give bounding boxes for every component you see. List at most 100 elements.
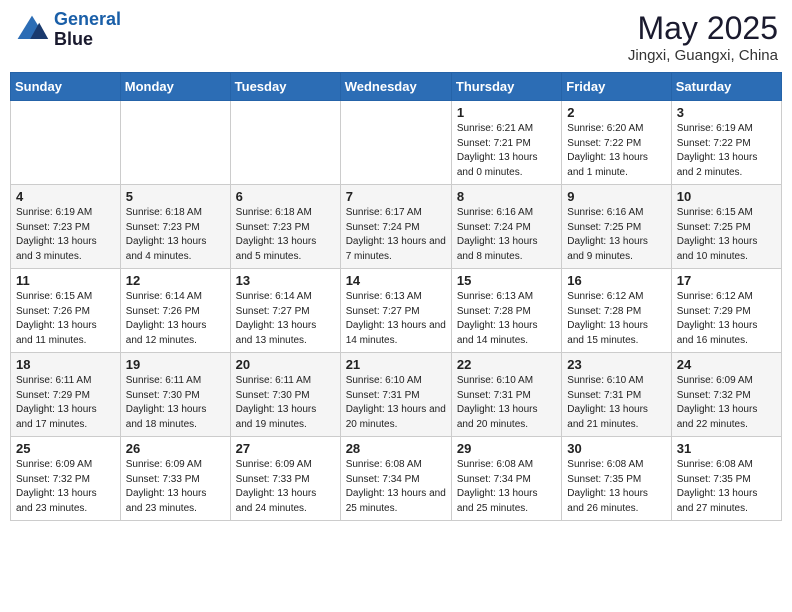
calendar-cell: 24Sunrise: 6:09 AM Sunset: 7:32 PM Dayli… <box>671 353 781 437</box>
day-info: Sunrise: 6:08 AM Sunset: 7:35 PM Dayligh… <box>677 458 776 516</box>
calendar-cell: 22 Sunrise: 6:10 AM Sunset: 7:31 PM Dayli… <box>451 353 561 437</box>
calendar-cell: 23 Sunrise: 6:10 AM Sunset: 7:31 PM Dayli… <box>562 353 671 437</box>
day-header-sunday: Sunday <box>11 73 121 101</box>
day-number: 20 <box>236 357 335 372</box>
day-info: Sunrise: 6:10 AM Sunset: 7:31 PM Dayligh… <box>346 374 446 432</box>
logo-line1: General <box>54 9 121 29</box>
day-info: Sunrise: 6:11 AM Sunset: 7:30 PM Dayligh… <box>236 374 335 432</box>
calendar-cell: 26 Sunrise: 6:09 AM Sunset: 7:33 PM Dayli… <box>120 437 230 521</box>
day-info: Sunrise: 6:12 AM Sunset: 7:29 PM Dayligh… <box>677 290 776 348</box>
calendar-cell: 7 Sunrise: 6:17 AM Sunset: 7:24 PM Daylig… <box>340 185 451 269</box>
day-info: Sunrise: 6:20 AM Sunset: 7:22 PM Dayligh… <box>567 122 665 180</box>
calendar-cell: 11Sunrise: 6:15 AM Sunset: 7:26 PM Dayli… <box>11 269 121 353</box>
day-number: 14 <box>346 273 446 288</box>
day-info: Sunrise: 6:19 AM Sunset: 7:22 PM Dayligh… <box>677 122 776 180</box>
day-number: 28 <box>346 441 446 456</box>
day-info: Sunrise: 6:08 AM Sunset: 7:34 PM Dayligh… <box>457 458 556 516</box>
day-number: 2 <box>567 105 665 120</box>
day-header-wednesday: Wednesday <box>340 73 451 101</box>
calendar-cell: 10 Sunrise: 6:15 AM Sunset: 7:25 PM Dayli… <box>671 185 781 269</box>
day-number: 15 <box>457 273 556 288</box>
day-info: Sunrise: 6:10 AM Sunset: 7:31 PM Dayligh… <box>457 374 556 432</box>
calendar-cell: 14 Sunrise: 6:13 AM Sunset: 7:27 PM Dayli… <box>340 269 451 353</box>
day-info: Sunrise: 6:10 AM Sunset: 7:31 PM Dayligh… <box>567 374 665 432</box>
logo-text: General Blue <box>54 10 121 50</box>
day-number: 25 <box>16 441 115 456</box>
calendar-cell: 5Sunrise: 6:18 AM Sunset: 7:23 PM Daylig… <box>120 185 230 269</box>
day-info: Sunrise: 6:16 AM Sunset: 7:25 PM Dayligh… <box>567 206 665 264</box>
day-number: 3 <box>677 105 776 120</box>
day-info: Sunrise: 6:14 AM Sunset: 7:27 PM Dayligh… <box>236 290 335 348</box>
day-number: 21 <box>346 357 446 372</box>
calendar-cell: 13 Sunrise: 6:14 AM Sunset: 7:27 PM Dayli… <box>230 269 340 353</box>
calendar-cell: 29 Sunrise: 6:08 AM Sunset: 7:34 PM Dayli… <box>451 437 561 521</box>
day-info: Sunrise: 6:15 AM Sunset: 7:25 PM Dayligh… <box>677 206 776 264</box>
day-info: Sunrise: 6:09 AM Sunset: 7:33 PM Dayligh… <box>236 458 335 516</box>
day-number: 10 <box>677 189 776 204</box>
calendar-cell: 31 Sunrise: 6:08 AM Sunset: 7:35 PM Dayli… <box>671 437 781 521</box>
day-info: Sunrise: 6:21 AM Sunset: 7:21 PM Dayligh… <box>457 122 556 180</box>
day-info: Sunrise: 6:11 AM Sunset: 7:29 PM Dayligh… <box>16 374 115 432</box>
day-info: Sunrise: 6:16 AM Sunset: 7:24 PM Dayligh… <box>457 206 556 264</box>
calendar-cell: 8 Sunrise: 6:16 AM Sunset: 7:24 PM Daylig… <box>451 185 561 269</box>
day-info: Sunrise: 6:08 AM Sunset: 7:34 PM Dayligh… <box>346 458 446 516</box>
logo-icon <box>14 12 50 48</box>
month-title: May 2025 <box>628 10 778 47</box>
day-number: 27 <box>236 441 335 456</box>
calendar-cell: 30Sunrise: 6:08 AM Sunset: 7:35 PM Dayli… <box>562 437 671 521</box>
calendar-cell: 9Sunrise: 6:16 AM Sunset: 7:25 PM Daylig… <box>562 185 671 269</box>
day-number: 13 <box>236 273 335 288</box>
day-number: 24 <box>677 357 776 372</box>
day-number: 26 <box>126 441 225 456</box>
day-info: Sunrise: 6:15 AM Sunset: 7:26 PM Dayligh… <box>16 290 115 348</box>
calendar-cell: 18 Sunrise: 6:11 AM Sunset: 7:29 PM Dayli… <box>11 353 121 437</box>
day-info: Sunrise: 6:17 AM Sunset: 7:24 PM Dayligh… <box>346 206 446 264</box>
day-info: Sunrise: 6:09 AM Sunset: 7:33 PM Dayligh… <box>126 458 225 516</box>
day-number: 18 <box>16 357 115 372</box>
day-number: 22 <box>457 357 556 372</box>
day-number: 16 <box>567 273 665 288</box>
calendar-table: SundayMondayTuesdayWednesdayThursdayFrid… <box>10 72 782 521</box>
calendar-cell <box>120 101 230 185</box>
calendar-cell: 3 Sunrise: 6:19 AM Sunset: 7:22 PM Daylig… <box>671 101 781 185</box>
day-number: 6 <box>236 189 335 204</box>
day-number: 7 <box>346 189 446 204</box>
calendar-cell: 17Sunrise: 6:12 AM Sunset: 7:29 PM Dayli… <box>671 269 781 353</box>
day-info: Sunrise: 6:09 AM Sunset: 7:32 PM Dayligh… <box>16 458 115 516</box>
calendar-header-row: SundayMondayTuesdayWednesdayThursdayFrid… <box>11 73 782 101</box>
calendar-cell: 1Sunrise: 6:21 AM Sunset: 7:21 PM Daylig… <box>451 101 561 185</box>
calendar-cell <box>340 101 451 185</box>
day-number: 19 <box>126 357 225 372</box>
calendar-week-4: 18 Sunrise: 6:11 AM Sunset: 7:29 PM Dayli… <box>11 353 782 437</box>
day-info: Sunrise: 6:19 AM Sunset: 7:23 PM Dayligh… <box>16 206 115 264</box>
logo: General Blue <box>14 10 121 50</box>
day-header-monday: Monday <box>120 73 230 101</box>
day-number: 8 <box>457 189 556 204</box>
title-block: May 2025 Jingxi, Guangxi, China <box>628 10 778 64</box>
calendar-week-3: 11Sunrise: 6:15 AM Sunset: 7:26 PM Dayli… <box>11 269 782 353</box>
calendar-cell <box>230 101 340 185</box>
calendar-cell: 28 Sunrise: 6:08 AM Sunset: 7:34 PM Dayli… <box>340 437 451 521</box>
day-info: Sunrise: 6:13 AM Sunset: 7:27 PM Dayligh… <box>346 290 446 348</box>
day-info: Sunrise: 6:08 AM Sunset: 7:35 PM Dayligh… <box>567 458 665 516</box>
day-header-tuesday: Tuesday <box>230 73 340 101</box>
logo-line2: Blue <box>54 30 121 50</box>
day-number: 4 <box>16 189 115 204</box>
day-info: Sunrise: 6:12 AM Sunset: 7:28 PM Dayligh… <box>567 290 665 348</box>
day-info: Sunrise: 6:14 AM Sunset: 7:26 PM Dayligh… <box>126 290 225 348</box>
day-number: 31 <box>677 441 776 456</box>
calendar-cell: 6Sunrise: 6:18 AM Sunset: 7:23 PM Daylig… <box>230 185 340 269</box>
calendar-week-2: 4 Sunrise: 6:19 AM Sunset: 7:23 PM Daylig… <box>11 185 782 269</box>
calendar-cell: 15 Sunrise: 6:13 AM Sunset: 7:28 PM Dayli… <box>451 269 561 353</box>
location-subtitle: Jingxi, Guangxi, China <box>628 47 778 64</box>
day-info: Sunrise: 6:13 AM Sunset: 7:28 PM Dayligh… <box>457 290 556 348</box>
calendar-cell: 2 Sunrise: 6:20 AM Sunset: 7:22 PM Daylig… <box>562 101 671 185</box>
day-number: 23 <box>567 357 665 372</box>
calendar-cell: 21 Sunrise: 6:10 AM Sunset: 7:31 PM Dayli… <box>340 353 451 437</box>
calendar-cell: 4 Sunrise: 6:19 AM Sunset: 7:23 PM Daylig… <box>11 185 121 269</box>
day-number: 5 <box>126 189 225 204</box>
day-number: 29 <box>457 441 556 456</box>
calendar-cell <box>11 101 121 185</box>
calendar-cell: 16 Sunrise: 6:12 AM Sunset: 7:28 PM Dayli… <box>562 269 671 353</box>
calendar-cell: 20 Sunrise: 6:11 AM Sunset: 7:30 PM Dayli… <box>230 353 340 437</box>
